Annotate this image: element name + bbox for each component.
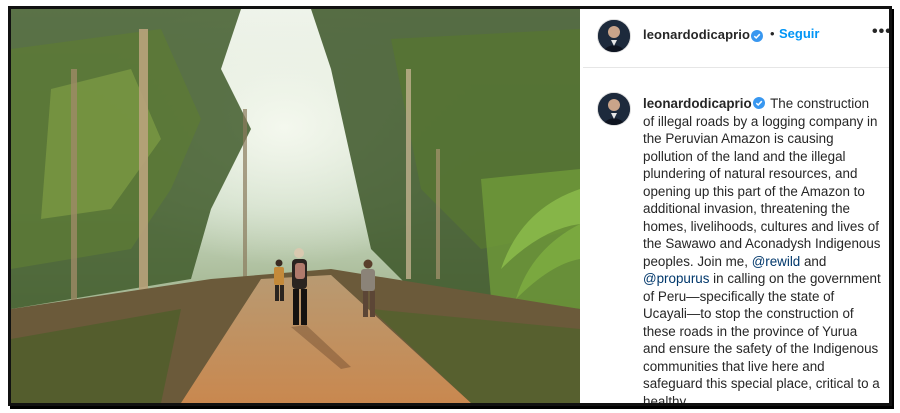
user-avatar[interactable]	[597, 19, 631, 53]
post-caption: leonardodicaprio The construction of ill…	[643, 95, 881, 403]
verified-badge-icon	[752, 96, 765, 109]
mention-propurus[interactable]: @propurus	[643, 271, 709, 286]
caption-username[interactable]: leonardodicaprio	[643, 96, 752, 111]
caption-text-1: The construction of illegal roads by a l…	[643, 96, 881, 269]
caption-text-2: and	[800, 253, 827, 269]
instagram-post: leonardodicaprio • Seguir •••	[8, 6, 892, 406]
follow-button[interactable]: Seguir	[779, 26, 819, 41]
verified-badge-icon	[751, 28, 763, 46]
separator-dot: •	[770, 26, 775, 41]
post-photo[interactable]	[11, 9, 580, 403]
header-username[interactable]: leonardodicaprio	[643, 27, 750, 42]
post-side-panel: leonardodicaprio • Seguir •••	[583, 9, 889, 403]
mention-rewild[interactable]: @rewild	[752, 254, 801, 269]
post-header: leonardodicaprio • Seguir •••	[583, 9, 889, 68]
screenshot-frame: leonardodicaprio • Seguir •••	[0, 0, 900, 413]
caption-avatar[interactable]	[597, 92, 631, 126]
caption-text-3: in calling on the government of Peru—spe…	[643, 271, 881, 403]
more-options-icon[interactable]: •••	[872, 23, 889, 41]
